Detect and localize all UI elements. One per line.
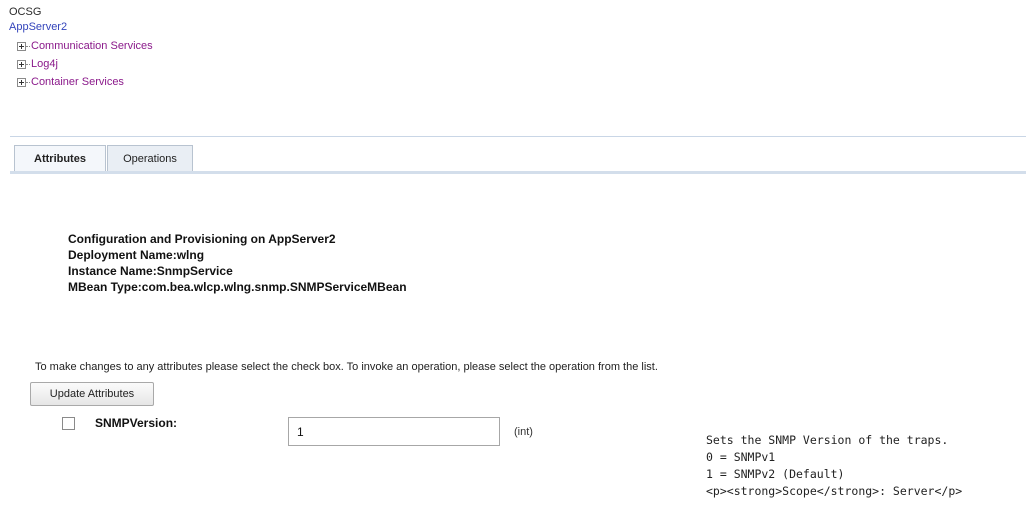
description-line: 0 = SNMPv1	[706, 450, 776, 464]
snmp-version-input[interactable]	[288, 417, 500, 446]
snmp-version-checkbox[interactable]	[62, 417, 75, 430]
tree-node-container-services[interactable]: Container Services	[17, 73, 153, 91]
mbean-type: MBean Type:com.bea.wlcp.wlng.snmp.SNMPSe…	[68, 280, 407, 294]
mbean-info: Configuration and Provisioning on AppSer…	[68, 231, 407, 295]
update-attributes-button[interactable]: Update Attributes	[30, 382, 154, 406]
tree-root-label: OCSG	[9, 6, 42, 18]
description-line: Sets the SNMP Version of the traps.	[706, 433, 949, 447]
config-title: Configuration and Provisioning on AppSer…	[68, 232, 336, 246]
tree-node-label[interactable]: Communication Services	[31, 40, 153, 52]
tab-operations[interactable]: Operations	[107, 145, 193, 171]
attribute-description: Sets the SNMP Version of the traps. 0 = …	[706, 432, 962, 500]
tree-connector	[26, 63, 30, 65]
description-line: 1 = SNMPv2 (Default)	[706, 467, 845, 481]
expand-icon[interactable]	[17, 59, 26, 69]
tree-node-label[interactable]: Container Services	[31, 76, 124, 88]
server-link[interactable]: AppServer2	[9, 21, 67, 33]
description-line: <p><strong>Scope</strong>: Server</p>	[706, 484, 963, 498]
expand-icon[interactable]	[17, 41, 26, 51]
mbean-tree: Communication Services Log4j Container S…	[17, 37, 153, 91]
tree-node-communication-services[interactable]: Communication Services	[17, 37, 153, 55]
tree-node-label[interactable]: Log4j	[31, 58, 58, 70]
tree-connector	[26, 81, 30, 83]
instructions-text: To make changes to any attributes please…	[35, 361, 658, 373]
attribute-name: SNMPVersion:	[95, 416, 178, 430]
tree-connector	[26, 45, 30, 47]
tab-bar: Attributes Operations	[10, 136, 1026, 174]
expand-icon[interactable]	[17, 77, 26, 87]
deployment-name: Deployment Name:wlng	[68, 248, 205, 262]
attribute-type: (int)	[514, 426, 533, 438]
tab-attributes[interactable]: Attributes	[14, 145, 106, 171]
instance-name: Instance Name:SnmpService	[68, 264, 233, 278]
tree-node-log4j[interactable]: Log4j	[17, 55, 153, 73]
